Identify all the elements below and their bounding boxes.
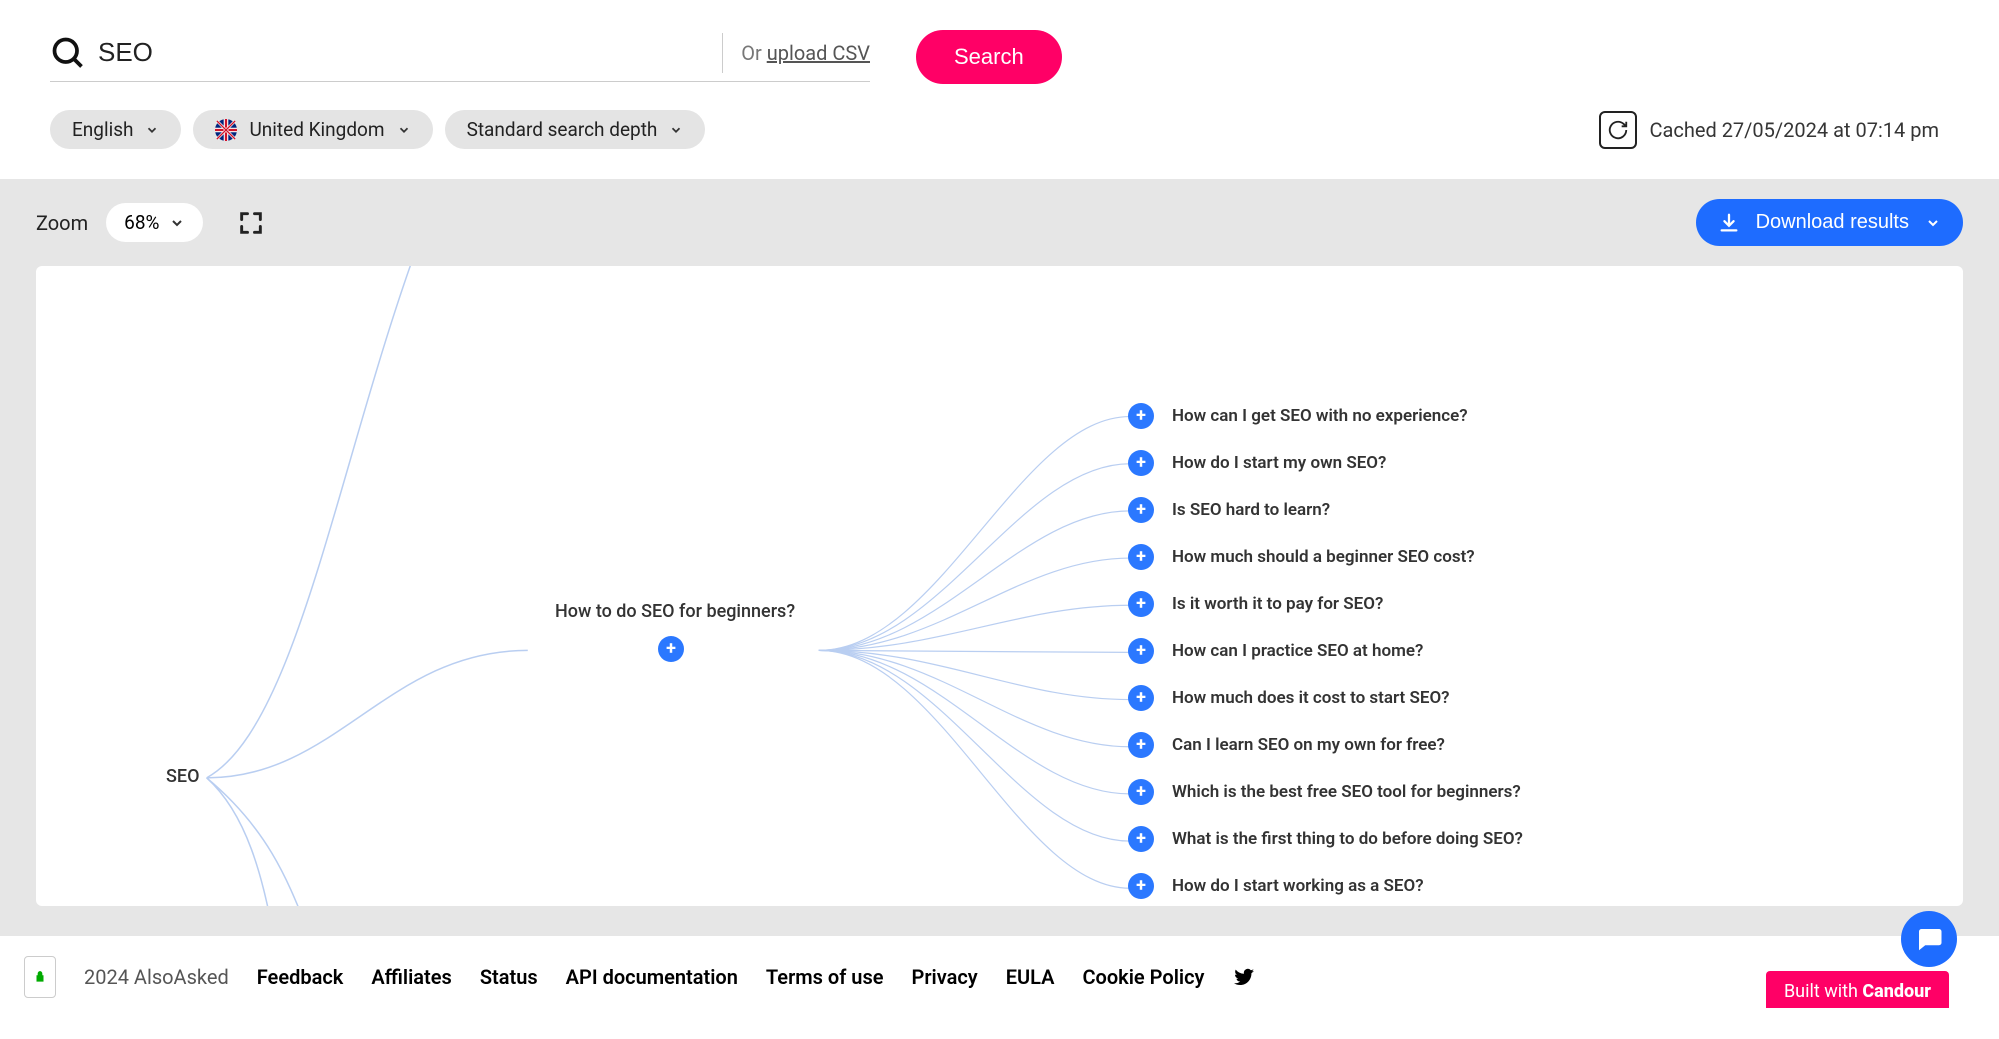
tree-leaf-node[interactable]: + Is it worth it to pay for SEO? — [1128, 591, 1523, 617]
footer-link[interactable]: API documentation — [566, 965, 738, 989]
footer-link[interactable]: Privacy — [912, 965, 978, 989]
expand-button[interactable]: + — [1128, 544, 1154, 570]
zoom-label: Zoom — [36, 211, 88, 235]
privacy-badge[interactable] — [24, 956, 56, 998]
tree-leaf-label: How do I start working as a SEO? — [1172, 876, 1424, 896]
tree-leaf-label: Is SEO hard to learn? — [1172, 500, 1330, 520]
expand-button[interactable]: + — [1128, 497, 1154, 523]
footer-link[interactable]: Cookie Policy — [1082, 965, 1204, 989]
tree-leaf-label: How do I start my own SEO? — [1172, 453, 1386, 473]
expand-button[interactable]: + — [1128, 450, 1154, 476]
footer-link[interactable]: Affiliates — [371, 965, 452, 989]
footer-link[interactable]: Status — [480, 965, 538, 989]
expand-button[interactable]: + — [1128, 873, 1154, 899]
tree-leaf-node[interactable]: + How much should a beginner SEO cost? — [1128, 544, 1523, 570]
region-select[interactable]: United Kingdom — [193, 110, 432, 149]
tree-leaf-node[interactable]: + How much does it cost to start SEO? — [1128, 685, 1523, 711]
search-input[interactable] — [98, 37, 704, 68]
twitter-icon[interactable] — [1232, 965, 1256, 989]
refresh-icon — [1607, 119, 1629, 141]
tree-leaf-label: Can I learn SEO on my own for free? — [1172, 735, 1445, 755]
divider — [722, 33, 723, 73]
search-icon — [50, 35, 86, 71]
expand-button[interactable]: + — [1128, 591, 1154, 617]
expand-button[interactable]: + — [1128, 638, 1154, 664]
tree-leaf-label: How can I practice SEO at home? — [1172, 641, 1423, 661]
uk-flag-icon — [215, 119, 237, 141]
tree-leaf-label: How much should a beginner SEO cost? — [1172, 547, 1475, 567]
upload-csv-link[interactable]: Or upload CSV — [741, 41, 870, 65]
chevron-down-icon — [669, 123, 683, 137]
chevron-down-icon — [169, 215, 185, 231]
tree-leaf-node[interactable]: + How do I start my own SEO? — [1128, 450, 1523, 476]
expand-button[interactable]: + — [1128, 826, 1154, 852]
cache-status: Cached 27/05/2024 at 07:14 pm — [1599, 111, 1939, 149]
language-select[interactable]: English — [50, 110, 181, 149]
footer-link[interactable]: EULA — [1006, 965, 1055, 989]
tree-leaf-label: What is the first thing to do before doi… — [1172, 829, 1523, 849]
tree-leaf-node[interactable]: + How can I practice SEO at home? — [1128, 638, 1523, 664]
expand-button[interactable]: + — [1128, 403, 1154, 429]
lock-icon — [33, 967, 47, 987]
chevron-down-icon — [1925, 215, 1941, 231]
tree-root-node[interactable]: SEO — [166, 766, 199, 787]
footer-link[interactable]: Terms of use — [766, 965, 884, 989]
download-results-button[interactable]: Download results — [1696, 199, 1963, 246]
candour-badge[interactable]: Built with Candour — [1766, 971, 1949, 1008]
tree-leaf-node[interactable]: + What is the first thing to do before do… — [1128, 826, 1523, 852]
depth-select[interactable]: Standard search depth — [445, 110, 706, 149]
tree-leaf-label: How can I get SEO with no experience? — [1172, 406, 1468, 426]
expand-button[interactable]: + — [1128, 732, 1154, 758]
tree-leaf-label: Is it worth it to pay for SEO? — [1172, 594, 1383, 614]
tree-leaf-node[interactable]: + Can I learn SEO on my own for free? — [1128, 732, 1523, 758]
expand-button[interactable]: + — [658, 636, 684, 662]
tree-leaf-node[interactable]: + Which is the best free SEO tool for beg… — [1128, 779, 1523, 805]
search-button[interactable]: Search — [916, 30, 1062, 84]
download-icon — [1718, 212, 1740, 234]
chevron-down-icon — [145, 123, 159, 137]
tree-leaf-label: Which is the best free SEO tool for begi… — [1172, 782, 1521, 802]
tree-leaf-node[interactable]: + Is SEO hard to learn? — [1128, 497, 1523, 523]
chevron-down-icon — [397, 123, 411, 137]
tree-leaf-node[interactable]: + How do I start working as a SEO? — [1128, 873, 1523, 899]
tree-mid-node[interactable]: How to do SEO for beginners? — [555, 601, 795, 622]
tree-leaf-node[interactable]: + How can I get SEO with no experience? — [1128, 403, 1523, 429]
footer: 2024 AlsoAsked Feedback Affiliates Status A… — [0, 936, 1999, 1008]
expand-button[interactable]: + — [1128, 779, 1154, 805]
fullscreen-icon — [237, 209, 265, 237]
footer-link[interactable]: Feedback — [257, 965, 344, 989]
expand-button[interactable]: + — [1128, 685, 1154, 711]
fullscreen-button[interactable] — [231, 203, 271, 243]
refresh-button[interactable] — [1599, 111, 1637, 149]
copyright: 2024 AlsoAsked — [84, 965, 229, 989]
tree-leaf-label: How much does it cost to start SEO? — [1172, 688, 1450, 708]
tree-canvas[interactable]: SEO How to do SEO for beginners? + + How … — [36, 266, 1963, 906]
zoom-select[interactable]: 68% — [106, 203, 203, 242]
